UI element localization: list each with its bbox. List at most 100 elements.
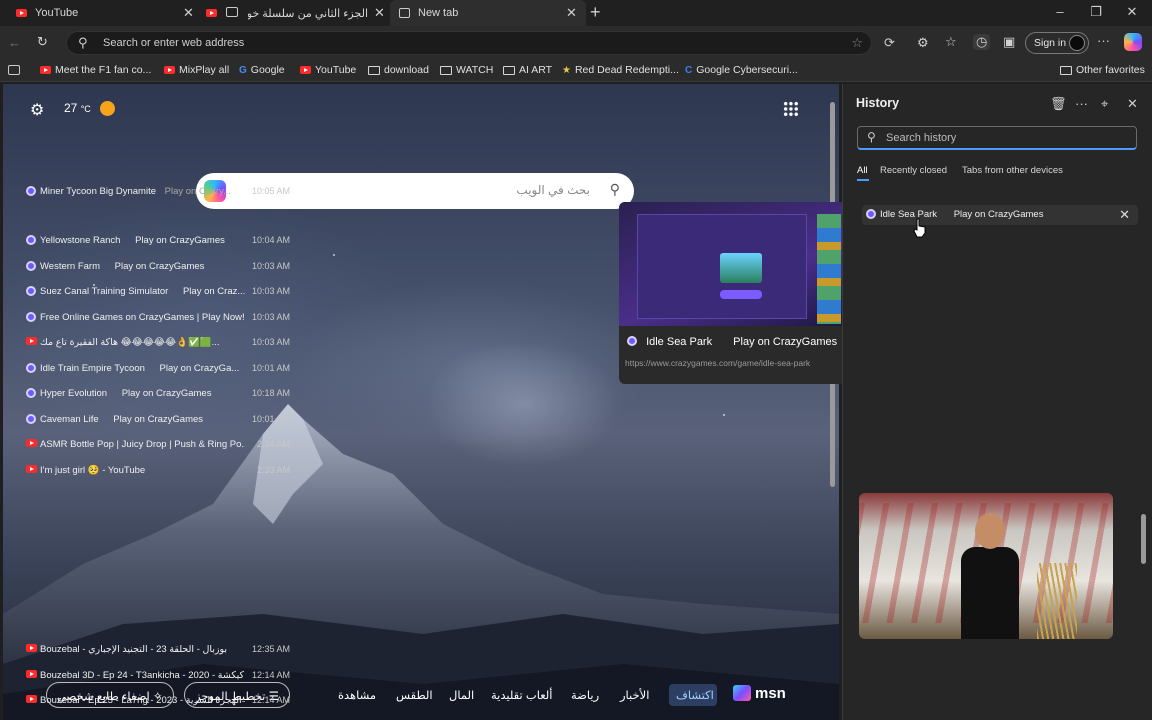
active-tab-indicator [857, 179, 869, 181]
refresh-icon[interactable]: ↻ [37, 34, 48, 50]
history-hover-preview: Idle Sea Park Play on CrazyGames https:/… [619, 202, 847, 384]
sign-in-button[interactable]: Sign in [1025, 32, 1089, 54]
scrollbar-thumb[interactable] [1141, 514, 1146, 564]
history-icon[interactable]: ◷ [973, 34, 991, 50]
hand-cursor-icon [913, 218, 926, 238]
history-row-time: 10:03 AM [251, 312, 290, 322]
tab-youtube-arabic[interactable]: الجزء الثاني من سلسلة خو خو ✕ [198, 0, 390, 26]
history-tab-all[interactable]: All [857, 165, 868, 176]
history-row[interactable]: Suez Canal Training Simulator Play on Cr… [22, 282, 292, 302]
history-row[interactable]: Free Online Games on CrazyGames | Play N… [22, 308, 292, 328]
delete-history-icon[interactable]: 🗑 [1050, 96, 1067, 112]
collections-icon[interactable]: ▣ [1003, 34, 1015, 50]
feed-tab-classic-games[interactable]: ألعاب تقليدية [491, 688, 552, 702]
back-icon[interactable]: ← [8, 35, 21, 50]
settings-gear-icon[interactable]: ⚙ [30, 100, 44, 120]
more-options-icon[interactable]: ··· [1075, 96, 1088, 111]
history-search-input[interactable]: ⚲ Search history [857, 126, 1137, 150]
reading-list-icon[interactable] [8, 65, 20, 75]
youtube-icon [26, 644, 37, 652]
close-window-icon[interactable]: ✕ [1114, 4, 1150, 20]
bookmark-folder[interactable]: download [368, 64, 429, 76]
history-tab-recently-closed[interactable]: Recently closed [880, 165, 947, 176]
history-row[interactable]: I'm just girl 🥺 - YouTube 2:33 AM [22, 461, 292, 481]
history-row[interactable]: Hyper Evolution Play on CrazyGames 10:18 … [22, 384, 292, 404]
history-row[interactable]: Bouzebal 3D - Ep 24 - T3ankicha - 2020 -… [22, 666, 292, 686]
temperature: 27 [64, 101, 78, 115]
close-tab-icon[interactable]: ✕ [183, 5, 194, 21]
history-row-time: 10:01 AM [251, 414, 290, 424]
video-overlay[interactable] [859, 493, 1113, 639]
youtube-icon [40, 66, 51, 74]
history-row[interactable]: بوزبال - الحلقة 23 - التجنيد الإجباري - … [22, 640, 292, 660]
youtube-icon [26, 670, 37, 678]
bookmark-item[interactable]: Meet the F1 fan co... [40, 64, 151, 76]
bookmark-item[interactable]: G Google [239, 64, 285, 76]
close-tab-icon[interactable]: ✕ [566, 5, 577, 21]
history-row-title: Idle Sea Park [880, 209, 938, 220]
history-scrollbar[interactable] [1138, 186, 1148, 706]
bookmark-label: WATCH [456, 64, 494, 76]
tab-new-tab[interactable]: New tab ✕ [390, 0, 586, 26]
weather-widget[interactable]: 27 °C [64, 101, 91, 115]
history-row[interactable]: هاكة الفقيرة تاع مك 😂😂😂😂😂👌✅🟩... 10:03 AM [22, 333, 292, 353]
history-row-time: 2:33 AM [256, 465, 290, 475]
restore-icon[interactable]: ❐ [1078, 4, 1114, 20]
page-scrollbar[interactable] [828, 88, 838, 714]
minimize-icon[interactable]: – [1042, 4, 1078, 19]
feed-tab-weather[interactable]: الطقس [396, 688, 433, 702]
crazygames-icon [26, 388, 36, 398]
more-menu-icon[interactable]: ··· [1097, 33, 1110, 48]
extensions-icon[interactable]: ⟳ [884, 35, 895, 51]
bookmark-label: Other favorites [1076, 64, 1145, 76]
history-row[interactable]: Idle Sea Park Play on CrazyGames ✕ [862, 205, 1138, 225]
bookmark-folder[interactable]: AI ART [503, 64, 552, 76]
feed-tab-watch[interactable]: مشاهدة [338, 688, 376, 702]
favorites-icon[interactable]: ☆ [945, 34, 957, 50]
history-row[interactable]: Western Farm Play on CrazyGames 10:03 AM [22, 257, 292, 277]
history-row-time: 10:03 AM [251, 337, 290, 347]
history-row-site: Play on CrazyGames [113, 414, 204, 425]
crazygames-icon [26, 261, 36, 271]
new-tab-icon [399, 8, 410, 18]
history-row[interactable]: Idle Train Empire Tycoon Play on CrazyGa… [22, 359, 292, 379]
new-tab-plus-icon[interactable]: + [590, 2, 601, 23]
tab-group-icon [226, 7, 238, 17]
remove-entry-icon[interactable]: ✕ [1119, 207, 1130, 223]
history-row-time: 10:05 AM [251, 186, 290, 196]
shield-icon[interactable]: ⚙ [917, 35, 929, 51]
search-icon[interactable]: ⚲ [610, 181, 620, 198]
address-placeholder: Search or enter web address [103, 37, 245, 49]
copilot-icon[interactable] [1124, 33, 1142, 51]
history-row[interactable]: Yellowstone Ranch Play on CrazyGames 10:0… [22, 231, 292, 251]
bookmark-item[interactable]: YouTube [300, 64, 356, 76]
feed-tab-news[interactable]: الأخبار [620, 688, 649, 702]
close-panel-icon[interactable]: ✕ [1127, 96, 1138, 112]
bookmark-item[interactable]: ★ Red Dead Redempti... [562, 64, 679, 76]
bookmark-item[interactable]: C Google Cybersecuri... [685, 64, 798, 76]
history-tab-other-devices[interactable]: Tabs from other devices [962, 165, 1063, 176]
close-tab-icon[interactable]: ✕ [374, 5, 385, 21]
favorite-star-icon[interactable]: ☆ [851, 35, 863, 51]
pin-panel-icon[interactable]: ⌖ [1101, 96, 1108, 112]
history-row[interactable]: Miner Tycoon Big Dynamite Play on Crazy.… [22, 182, 292, 202]
bookmark-item[interactable]: MixPlay all [164, 64, 229, 76]
msn-logo[interactable]: msn [733, 685, 786, 702]
feed-tab-money[interactable]: المال [449, 688, 474, 702]
tab-strip: YouTube ✕ الجزء الثاني من سلسلة خو خو ✕ … [0, 0, 1152, 26]
other-favorites-folder[interactable]: Other favorites [1060, 64, 1145, 76]
feed-tab-discover[interactable]: اكتشاف [669, 684, 717, 706]
address-bar[interactable]: ⚲ Search or enter web address ☆ [66, 31, 872, 55]
bookmark-folder[interactable]: WATCH [440, 64, 493, 76]
search-placeholder: بحث في الويب [516, 183, 590, 197]
feed-tab-sports[interactable]: رياضة [571, 688, 599, 702]
tab-youtube[interactable]: YouTube ✕ [0, 0, 198, 26]
history-row-title: I'm just girl 🥺 - YouTube [40, 465, 146, 476]
history-row[interactable]: Caveman Life Play on CrazyGames 10:01 AM [22, 410, 292, 430]
crazygames-icon [26, 312, 36, 322]
history-row[interactable]: Bouzebal - Ep 25 - La7rig - 2023 - الهجر… [22, 691, 292, 711]
bookmark-label: MixPlay all [179, 64, 230, 76]
history-row[interactable]: ASMR Bottle Pop | Juicy Drop | Push & Ri… [22, 435, 292, 455]
preview-thumbnail [619, 202, 847, 326]
apps-grid-icon[interactable] [783, 101, 799, 117]
